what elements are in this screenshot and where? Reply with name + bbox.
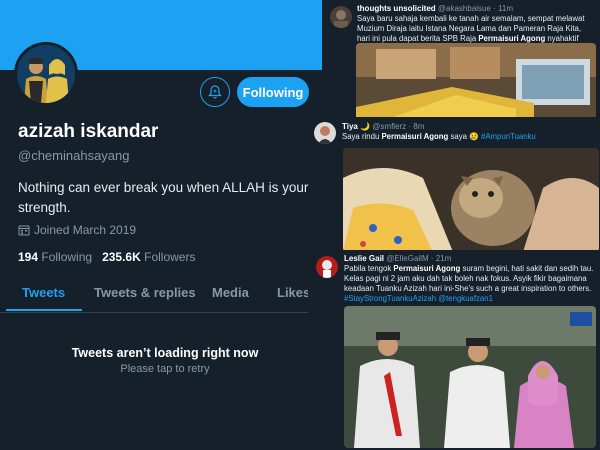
tweet-time: · 11m [493, 4, 514, 13]
followers-stat[interactable]: 235.6K Followers [102, 250, 195, 264]
tweet-avatar[interactable] [314, 122, 336, 144]
tweet-image[interactable] [356, 43, 596, 123]
profile-tabs: Tweets Tweets & replies Media Likes [0, 280, 330, 312]
tab-media[interactable]: Media [212, 285, 249, 300]
user-handle: @cheminahsayang [18, 148, 130, 163]
tweet-header: Tiya 🌙 @smflerz · 8m [342, 122, 424, 131]
calendar-icon [18, 225, 30, 236]
tweet-avatar[interactable] [316, 256, 338, 278]
joined-date: Joined March 2019 [18, 223, 136, 237]
tweet-handle: @smflerz [372, 122, 407, 131]
bell-icon [208, 85, 222, 99]
tweet-text: Saya rindu Permaisuri Agong saya 😢 #Ampu… [342, 132, 536, 141]
tweet-author[interactable]: thoughts unsolicited [357, 4, 436, 13]
tweet-handle: @akashbaisue [437, 4, 491, 13]
tweet-handle: @ElleGailM [386, 254, 429, 263]
tweet-image[interactable] [344, 306, 596, 448]
tweet-card[interactable]: thoughts unsolicited @akashbaisue · 11m … [322, 0, 600, 125]
tweet-image[interactable] [343, 148, 599, 252]
profile-stats: 194 Following 235.6K Followers [18, 250, 195, 264]
divider [0, 312, 330, 313]
tweet-header: Leslie Gail @ElleGailM · 21m [344, 254, 451, 263]
tweet-time: · 8m [408, 122, 425, 131]
tweet-card[interactable]: Leslie Gail @ElleGailM · 21m Pabila teng… [308, 250, 600, 450]
tweet-text: Pabila tengok Permaisuri Agong suram beg… [344, 264, 594, 303]
tweet-time: · 21m [430, 254, 452, 263]
following-label: Following [41, 250, 93, 264]
tab-tweets-and-replies[interactable]: Tweets & replies [94, 285, 196, 300]
tweet-author[interactable]: Leslie Gail [344, 254, 384, 263]
retry-hint[interactable]: Please tap to retry [0, 363, 330, 375]
tweet-header: thoughts unsolicited @akashbaisue · 11m [357, 4, 513, 13]
tab-likes[interactable]: Likes [277, 285, 310, 300]
following-stat[interactable]: 194 Following [18, 250, 92, 264]
display-name: azizah iskandar [18, 121, 159, 142]
profile-bio: Nothing can ever break you when ALLAH is… [18, 180, 309, 215]
tweet-author[interactable]: Tiya 🌙 [342, 122, 370, 131]
tweet-avatar[interactable] [330, 6, 352, 28]
active-tab-indicator [6, 309, 82, 311]
tweet-card[interactable]: Tiya 🌙 @smflerz · 8m Saya rindu Permaisu… [310, 117, 600, 255]
notifications-button[interactable] [200, 77, 230, 107]
profile-panel: Following azizah iskandar @cheminahsayan… [0, 0, 330, 450]
avatar[interactable] [14, 42, 78, 106]
followers-count: 235.6K [102, 250, 141, 264]
tab-tweets[interactable]: Tweets [22, 285, 65, 300]
following-count: 194 [18, 250, 39, 264]
followers-label: Followers [144, 250, 196, 264]
error-title[interactable]: Tweets aren’t loading right now [0, 346, 330, 360]
joined-label: Joined March 2019 [34, 223, 137, 237]
following-button[interactable]: Following [237, 77, 309, 107]
